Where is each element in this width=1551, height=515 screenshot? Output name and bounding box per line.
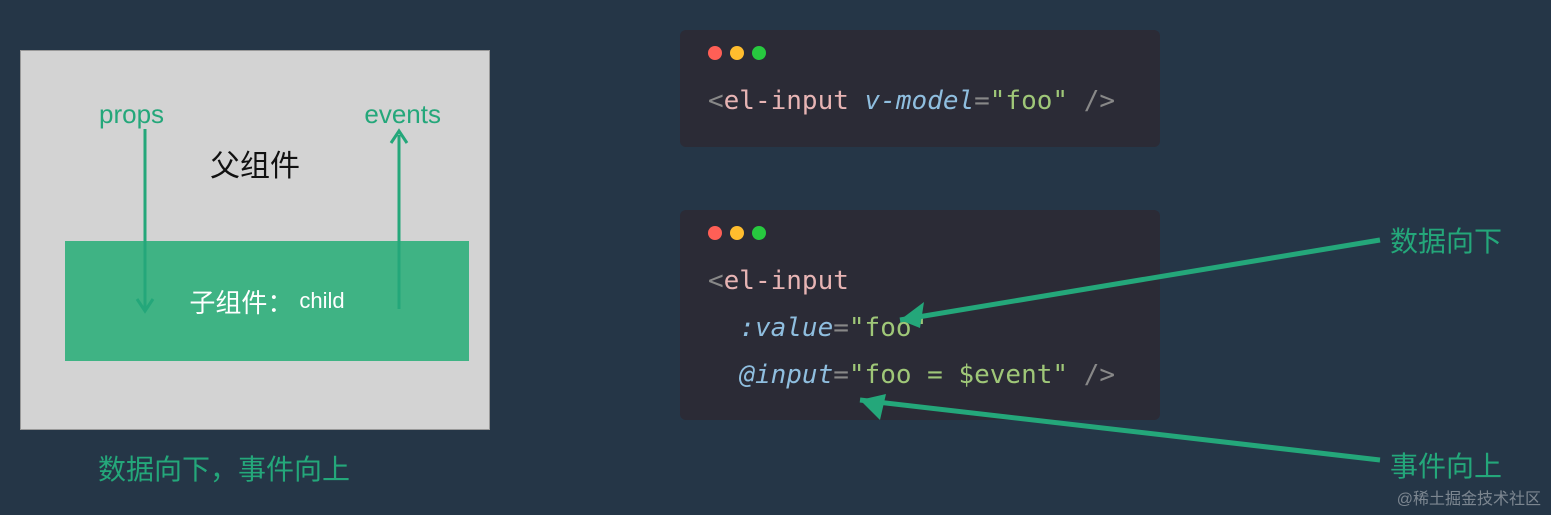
close-icon bbox=[708, 46, 722, 60]
parent-component-label: 父组件 bbox=[21, 141, 489, 185]
watermark: @稀土掘金技术社区 bbox=[1397, 485, 1541, 509]
child-component-box: 子组件： child bbox=[65, 241, 469, 361]
annotation-data-down: 数据向下 bbox=[1390, 220, 1502, 260]
props-label: props bbox=[99, 99, 164, 130]
child-label-cn: 子组件： bbox=[189, 283, 293, 320]
maximize-icon bbox=[752, 46, 766, 60]
close-icon bbox=[708, 226, 722, 240]
code-line: :value="foo" bbox=[708, 305, 1132, 352]
component-diagram-panel: props events 父组件 子组件： child bbox=[20, 50, 490, 430]
window-controls bbox=[708, 46, 1132, 60]
maximize-icon bbox=[752, 226, 766, 240]
events-label: events bbox=[364, 99, 441, 130]
minimize-icon bbox=[730, 226, 744, 240]
child-label-en: child bbox=[299, 288, 344, 314]
code-line: @input="foo = $event" /> bbox=[708, 352, 1132, 399]
diagram-caption: 数据向下，事件向上 bbox=[98, 448, 350, 488]
code-window-vmodel: <el-input v-model="foo" /> bbox=[680, 30, 1160, 147]
annotation-event-up: 事件向上 bbox=[1390, 445, 1502, 485]
code-window-expanded: <el-input :value="foo" @input="foo = $ev… bbox=[680, 210, 1160, 420]
minimize-icon bbox=[730, 46, 744, 60]
code-line: <el-input bbox=[708, 258, 1132, 305]
window-controls bbox=[708, 226, 1132, 240]
code-line: <el-input v-model="foo" /> bbox=[708, 78, 1132, 125]
